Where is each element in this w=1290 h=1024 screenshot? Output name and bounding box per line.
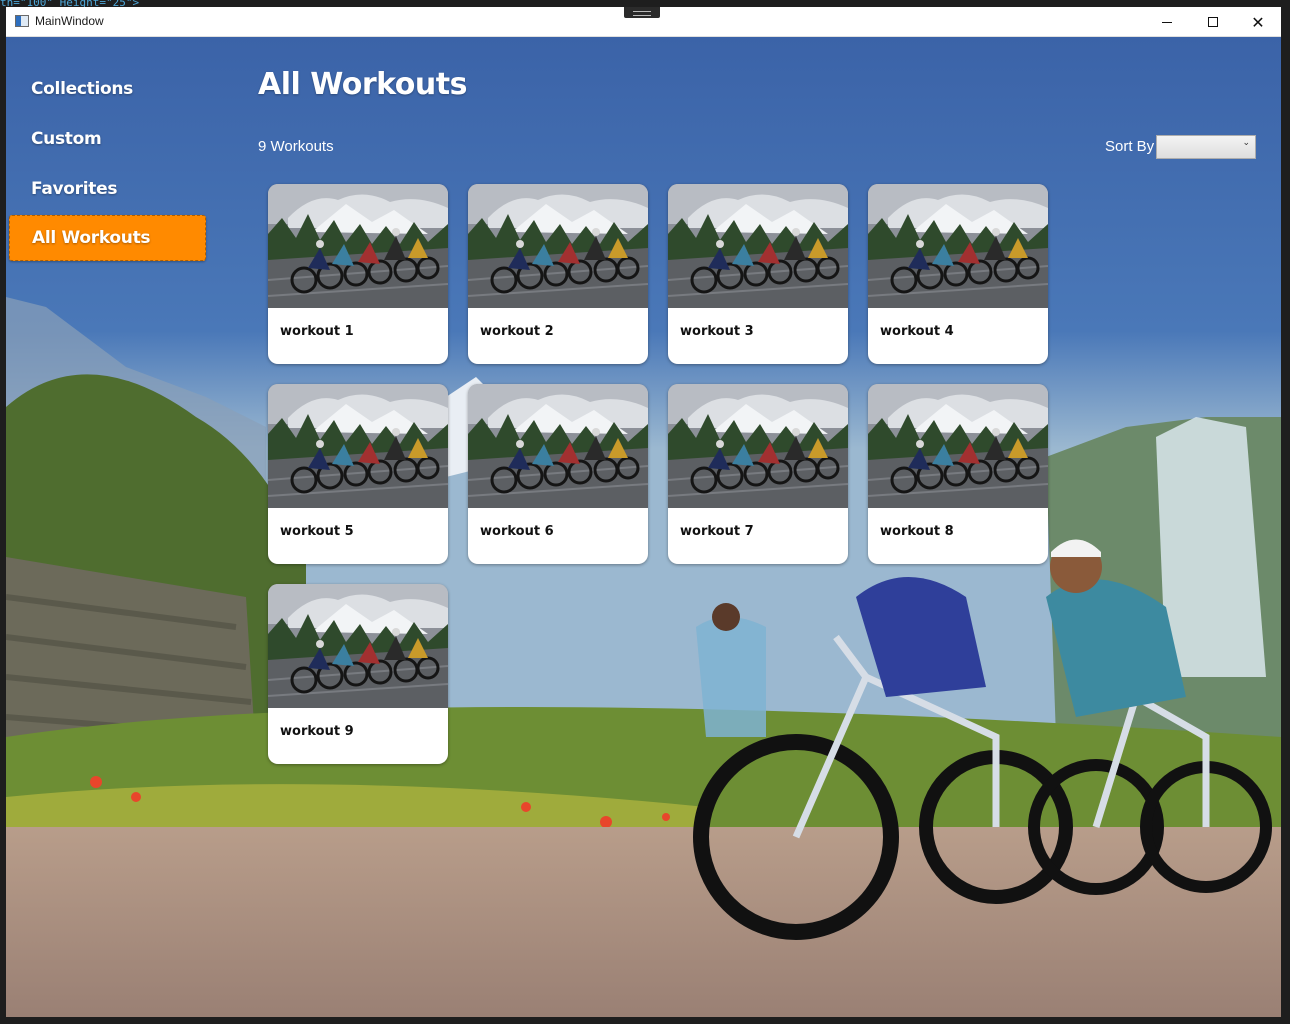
workout-thumbnail — [268, 384, 448, 508]
minimize-icon — [1162, 21, 1172, 23]
workout-card[interactable]: workout 8 — [868, 384, 1048, 564]
workout-name: workout 9 — [280, 724, 354, 739]
workout-thumbnail — [668, 184, 848, 308]
window-app-icon — [15, 15, 29, 27]
workout-thumbnail — [268, 584, 448, 708]
drag-handle[interactable] — [624, 7, 660, 18]
sort-dropdown[interactable]: ⌄ — [1156, 135, 1256, 159]
workout-card[interactable]: workout 9 — [268, 584, 448, 764]
window-title: MainWindow — [35, 14, 104, 28]
desktop-background — [0, 0, 1290, 7]
main-window: MainWindow ✕ Collections Custom Favorite… — [6, 7, 1281, 1017]
cycling-thumbnail-image — [268, 184, 448, 308]
workout-card[interactable]: workout 4 — [868, 184, 1048, 364]
cycling-thumbnail-image — [868, 184, 1048, 308]
cycling-thumbnail-image — [668, 384, 848, 508]
workout-name: workout 8 — [880, 524, 954, 539]
maximize-button[interactable] — [1190, 7, 1236, 37]
cycling-thumbnail-image — [668, 184, 848, 308]
workout-card[interactable]: workout 1 — [268, 184, 448, 364]
workout-card[interactable]: workout 6 — [468, 384, 648, 564]
workout-thumbnail — [868, 184, 1048, 308]
cycling-thumbnail-image — [468, 184, 648, 308]
workout-count: 9 Workouts — [258, 138, 334, 155]
cycling-thumbnail-image — [268, 384, 448, 508]
sidebar-item-all-workouts[interactable]: All Workouts — [9, 215, 206, 261]
maximize-icon — [1208, 17, 1218, 27]
cycling-thumbnail-image — [468, 384, 648, 508]
workout-thumbnail — [268, 184, 448, 308]
workout-thumbnail — [868, 384, 1048, 508]
sidebar-item-collections[interactable]: Collections — [9, 66, 206, 112]
workout-thumbnail — [668, 384, 848, 508]
workout-card[interactable]: workout 3 — [668, 184, 848, 364]
cycling-thumbnail-image — [268, 584, 448, 708]
minimize-button[interactable] — [1144, 7, 1190, 37]
workout-name: workout 5 — [280, 524, 354, 539]
sidebar: Collections Custom Favorites All Workout… — [6, 37, 216, 1017]
workout-thumbnail — [468, 184, 648, 308]
workout-name: workout 4 — [880, 324, 954, 339]
workout-thumbnail — [468, 384, 648, 508]
chevron-down-icon: ⌄ — [1242, 138, 1250, 148]
desktop-bottom-edge — [0, 1017, 1290, 1024]
workout-name: workout 6 — [480, 524, 554, 539]
title-bar[interactable]: MainWindow ✕ — [6, 7, 1281, 37]
workout-name: workout 1 — [280, 324, 354, 339]
close-icon: ✕ — [1251, 12, 1265, 32]
sidebar-item-favorites[interactable]: Favorites — [9, 166, 206, 212]
sidebar-item-custom[interactable]: Custom — [9, 116, 206, 162]
workout-card[interactable]: workout 5 — [268, 384, 448, 564]
workout-name: workout 7 — [680, 524, 754, 539]
workout-card[interactable]: workout 7 — [668, 384, 848, 564]
workout-name: workout 2 — [480, 324, 554, 339]
desktop-right-edge — [1281, 7, 1290, 1024]
close-button[interactable]: ✕ — [1235, 7, 1281, 37]
cycling-thumbnail-image — [868, 384, 1048, 508]
sort-label: Sort By — [1105, 138, 1155, 155]
app-content: Collections Custom Favorites All Workout… — [6, 37, 1281, 1017]
workout-card[interactable]: workout 2 — [468, 184, 648, 364]
page-title: All Workouts — [258, 67, 467, 102]
workout-name: workout 3 — [680, 324, 754, 339]
